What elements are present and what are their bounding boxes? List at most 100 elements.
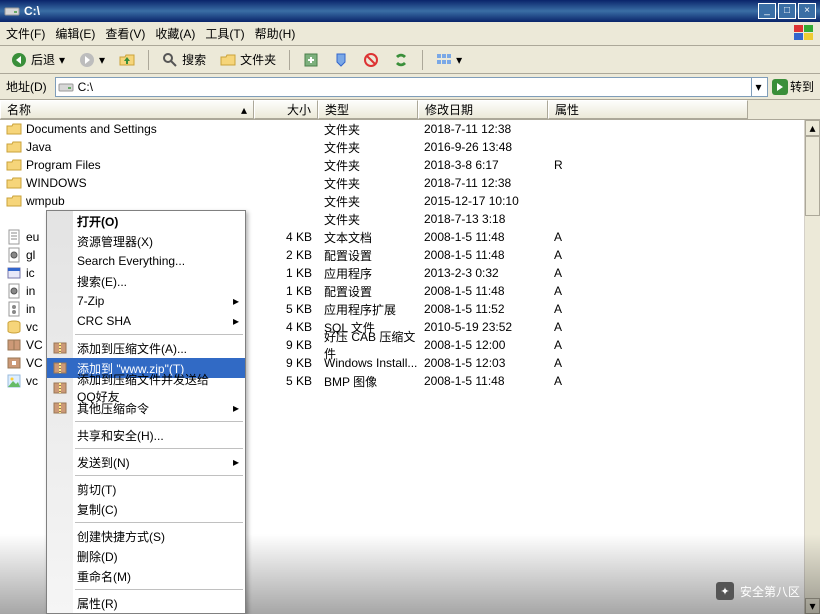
tb-icon-3[interactable] xyxy=(358,49,384,71)
tb-icon-2[interactable] xyxy=(328,49,354,71)
separator xyxy=(148,50,149,70)
row-date: 2008-1-5 12:00 xyxy=(418,338,548,352)
header-size[interactable]: 大小 xyxy=(254,100,318,119)
context-menu-item[interactable]: 添加到压缩文件并发送给QQ好友 xyxy=(47,378,245,398)
search-button[interactable]: 搜索 xyxy=(157,48,211,71)
context-menu-item[interactable]: 共享和安全(H)... xyxy=(47,425,245,445)
row-date: 2018-7-13 3:18 xyxy=(418,212,548,226)
context-menu-label: CRC SHA xyxy=(77,314,131,328)
separator xyxy=(289,50,290,70)
header-attr[interactable]: 属性 xyxy=(548,100,748,119)
row-type: 应用程序 xyxy=(318,265,418,282)
tb-icon-4[interactable] xyxy=(388,49,414,71)
close-button[interactable]: × xyxy=(798,3,816,19)
minimize-button[interactable]: _ xyxy=(758,3,776,19)
row-date: 2010-5-19 23:52 xyxy=(418,320,548,334)
zip-icon xyxy=(52,400,68,416)
menu-help[interactable]: 帮助(H) xyxy=(255,25,296,42)
go-button[interactable]: 转到 xyxy=(772,78,814,95)
context-menu-item[interactable]: 其他压缩命令▸ xyxy=(47,398,245,418)
context-menu-item[interactable]: 创建快捷方式(S) xyxy=(47,526,245,546)
header-date[interactable]: 修改日期 xyxy=(418,100,548,119)
row-size: 4 KB xyxy=(254,230,318,244)
address-input[interactable]: C:\ ▾ xyxy=(55,77,768,97)
table-row[interactable]: Documents and Settings文件夹2018-7-11 12:38 xyxy=(0,120,820,138)
menu-file[interactable]: 文件(F) xyxy=(6,25,45,42)
scroll-up-button[interactable]: ▴ xyxy=(805,120,820,136)
forward-icon xyxy=(79,52,95,68)
context-menu-item[interactable]: CRC SHA▸ xyxy=(47,311,245,331)
context-menu-item[interactable]: 删除(D) xyxy=(47,546,245,566)
menu-fav[interactable]: 收藏(A) xyxy=(155,25,195,42)
row-attr: A xyxy=(548,248,598,262)
menu-separator xyxy=(75,475,243,476)
menu-separator xyxy=(75,448,243,449)
row-name[interactable]: WINDOWS xyxy=(0,175,254,191)
row-name[interactable]: Java xyxy=(0,139,254,155)
file-icon xyxy=(6,157,22,173)
row-name[interactable]: Program Files xyxy=(0,157,254,173)
row-name[interactable]: wmpub xyxy=(0,193,254,209)
maximize-button[interactable]: □ xyxy=(778,3,796,19)
scroll-thumb[interactable] xyxy=(805,136,820,216)
row-date: 2008-1-5 11:48 xyxy=(418,374,548,388)
folders-button[interactable]: 文件夹 xyxy=(215,48,281,71)
row-attr: A xyxy=(548,284,598,298)
context-menu-item[interactable]: 剪切(T) xyxy=(47,479,245,499)
submenu-arrow-icon: ▸ xyxy=(233,401,239,415)
context-menu-item[interactable]: 重命名(M) xyxy=(47,566,245,586)
menu-edit[interactable]: 编辑(E) xyxy=(55,25,95,42)
toolbar: 后退 ▾ ▾ 搜索 文件夹 ▾ xyxy=(0,46,820,74)
dropdown-icon: ▾ xyxy=(99,53,105,67)
table-row[interactable]: wmpub文件夹2015-12-17 10:10 xyxy=(0,192,820,210)
table-row[interactable]: WINDOWS文件夹2018-7-11 12:38 xyxy=(0,174,820,192)
context-menu-item[interactable]: 7-Zip▸ xyxy=(47,291,245,311)
forward-button[interactable]: ▾ xyxy=(74,49,110,71)
context-menu-label: 搜索(E)... xyxy=(77,273,127,290)
tb-icon-1[interactable] xyxy=(298,49,324,71)
menu-view[interactable]: 查看(V) xyxy=(105,25,145,42)
table-row[interactable]: Java文件夹2016-9-26 13:48 xyxy=(0,138,820,156)
context-menu-item[interactable]: 添加到压缩文件(A)... xyxy=(47,338,245,358)
sort-icon: ▴ xyxy=(241,103,247,117)
row-date: 2016-9-26 13:48 xyxy=(418,140,548,154)
context-menu-item[interactable]: 复制(C) xyxy=(47,499,245,519)
windows-flag-icon xyxy=(794,25,814,41)
row-attr: A xyxy=(548,266,598,280)
scroll-down-button[interactable]: ▾ xyxy=(805,598,820,614)
column-headers: 名称▴ 大小 类型 修改日期 属性 xyxy=(0,100,820,120)
file-icon xyxy=(6,265,22,281)
context-menu-item[interactable]: 打开(O) xyxy=(47,211,245,231)
zip-icon xyxy=(52,340,68,356)
views-button[interactable]: ▾ xyxy=(431,49,467,71)
row-date: 2008-1-5 11:48 xyxy=(418,230,548,244)
drive-icon xyxy=(58,79,74,95)
row-type: 文件夹 xyxy=(318,193,418,210)
context-menu-item[interactable]: 搜索(E)... xyxy=(47,271,245,291)
up-button[interactable] xyxy=(114,49,140,71)
scrollbar[interactable]: ▴ ▾ xyxy=(804,120,820,614)
header-type[interactable]: 类型 xyxy=(318,100,418,119)
file-icon xyxy=(6,319,22,335)
row-attr: A xyxy=(548,302,598,316)
context-menu-item[interactable]: 发送到(N)▸ xyxy=(47,452,245,472)
row-size: 2 KB xyxy=(254,248,318,262)
context-menu-item[interactable]: Search Everything... xyxy=(47,251,245,271)
row-date: 2008-1-5 12:03 xyxy=(418,356,548,370)
context-menu-item[interactable]: 资源管理器(X) xyxy=(47,231,245,251)
context-menu-item[interactable]: 属性(R) xyxy=(47,593,245,613)
table-row[interactable]: Program Files文件夹2018-3-8 6:17R xyxy=(0,156,820,174)
address-dropdown[interactable]: ▾ xyxy=(751,78,765,96)
dropdown-icon: ▾ xyxy=(59,53,65,67)
row-name[interactable]: Documents and Settings xyxy=(0,121,254,137)
header-name[interactable]: 名称▴ xyxy=(0,100,254,119)
row-type: 文件夹 xyxy=(318,157,418,174)
watermark-text: 安全第八区 xyxy=(740,583,800,600)
row-date: 2018-3-8 6:17 xyxy=(418,158,548,172)
back-button[interactable]: 后退 ▾ xyxy=(6,48,70,71)
menu-tools[interactable]: 工具(T) xyxy=(205,25,244,42)
row-date: 2013-2-3 0:32 xyxy=(418,266,548,280)
context-menu-label: 资源管理器(X) xyxy=(77,233,153,250)
row-size: 9 KB xyxy=(254,338,318,352)
row-type: Windows Install... xyxy=(318,356,418,370)
